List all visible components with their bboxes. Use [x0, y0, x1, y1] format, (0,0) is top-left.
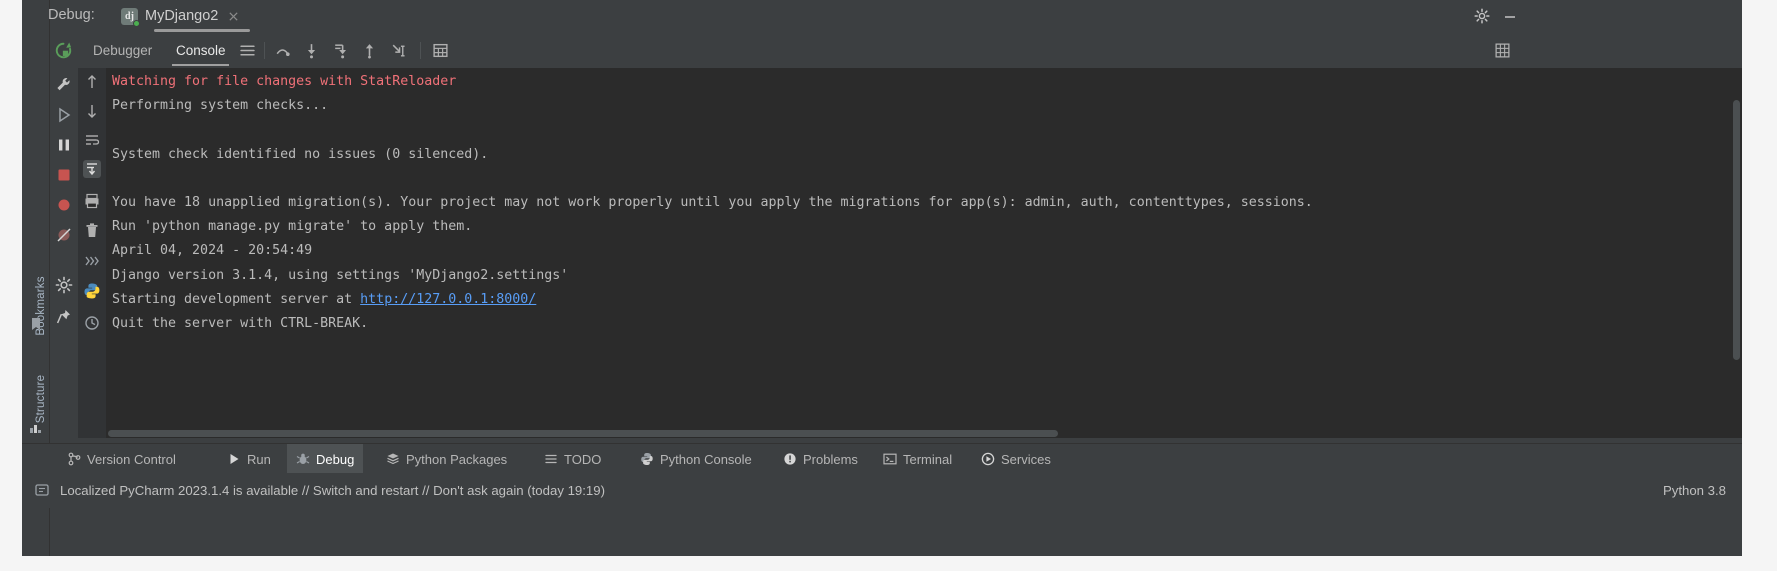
debug-icon	[296, 453, 310, 464]
force-step-into-icon[interactable]	[332, 42, 349, 59]
server-url-link[interactable]: http://127.0.0.1:8000/	[360, 292, 536, 307]
run-to-cursor-icon[interactable]	[390, 42, 407, 59]
debug-window-title: Debug:	[48, 7, 95, 23]
scroll-to-end-icon[interactable]	[83, 160, 101, 178]
evaluate-expression-icon[interactable]	[432, 42, 449, 59]
console-output[interactable]: Watching for file changes with StatReloa…	[106, 68, 1742, 438]
mute-breakpoints-icon[interactable]	[55, 226, 73, 244]
tab-console[interactable]: Console	[176, 43, 226, 58]
tool-tab-services-label: Services	[1001, 451, 1051, 467]
clear-all-icon[interactable]	[83, 222, 101, 240]
terminal-icon	[883, 453, 897, 465]
step-out-icon[interactable]	[361, 42, 378, 59]
tool-tab-version-control-label: Version Control	[87, 451, 176, 467]
menu-icon[interactable]	[239, 42, 256, 59]
tab-console-underline	[172, 64, 229, 66]
packages-icon	[387, 453, 399, 465]
soft-wrap-icon[interactable]	[83, 131, 101, 149]
console-vertical-scrollbar[interactable]	[1733, 100, 1740, 360]
status-bar-interpreter[interactable]: Python 3.8	[1663, 483, 1726, 498]
console-line: Watching for file changes with StatReloa…	[112, 74, 457, 89]
tool-tab-debug[interactable]: Debug	[287, 444, 364, 474]
debug-action-gutter	[50, 68, 78, 438]
minimize-icon[interactable]	[1502, 8, 1518, 24]
tool-tab-version-control[interactable]: Version Control	[58, 444, 185, 474]
console-line: Django version 3.1.4, using settings 'My…	[112, 267, 569, 283]
history-icon[interactable]	[83, 314, 101, 332]
run-icon	[230, 454, 239, 464]
console-horizontal-scrollbar[interactable]	[108, 430, 1058, 437]
stop-icon[interactable]	[55, 166, 73, 184]
debug-session-tab[interactable]: dj MyDjango2	[115, 2, 245, 30]
pause-icon[interactable]	[55, 136, 73, 154]
tool-tab-python-packages[interactable]: Python Packages	[377, 444, 516, 474]
console-line: Starting development server at http://12…	[112, 291, 537, 307]
console-line: April 04, 2024 - 20:54:49	[112, 243, 313, 259]
scroll-up-icon[interactable]	[83, 73, 101, 91]
wrench-icon[interactable]	[55, 76, 73, 94]
tool-tab-run[interactable]: Run	[218, 444, 280, 474]
tool-tab-terminal-label: Terminal	[903, 451, 953, 467]
pin-icon[interactable]	[55, 308, 73, 326]
tool-tab-services[interactable]: Services	[972, 444, 1060, 474]
console-line: Quit the server with CTRL-BREAK.	[112, 315, 369, 331]
step-into-icon[interactable]	[303, 42, 320, 59]
tool-tab-run-label: Run	[247, 451, 271, 467]
tool-tab-todo[interactable]: TODO	[535, 444, 610, 474]
django-icon: dj	[121, 7, 140, 27]
tool-tab-python-console[interactable]: Python Console	[631, 444, 761, 474]
services-icon	[981, 452, 995, 466]
step-over-icon[interactable]	[274, 42, 291, 59]
structure-icon	[30, 425, 41, 433]
rerun-icon[interactable]	[54, 41, 73, 60]
tool-tab-debug-label: Debug	[316, 451, 355, 467]
version-control-icon	[68, 452, 81, 466]
console-line: Performing system checks...	[112, 98, 329, 114]
python-console-icon	[641, 453, 653, 465]
page-margin-left	[0, 0, 22, 571]
notification-icon[interactable]	[34, 482, 50, 498]
soft-wrap-icon[interactable]	[1494, 42, 1511, 59]
bookmark-icon	[32, 318, 40, 330]
move-to-console-icon[interactable]	[83, 252, 101, 270]
close-icon[interactable]	[228, 11, 239, 22]
stripe-button-bookmarks[interactable]: Bookmarks	[35, 261, 47, 351]
todo-icon	[545, 454, 557, 464]
tool-tab-todo-label: TODO	[564, 451, 602, 467]
console-line: System check identified no issues (0 sil…	[112, 146, 489, 162]
tool-tab-problems[interactable]: Problems	[774, 444, 867, 474]
console-horizontal-scrollbar-track	[106, 428, 1742, 438]
settings-icon[interactable]	[55, 276, 73, 294]
scroll-down-icon[interactable]	[83, 102, 101, 120]
tool-tab-python-packages-label: Python Packages	[406, 451, 508, 467]
resume-icon[interactable]	[55, 106, 73, 124]
pycharm-window: Bookmarks Structure Debug: dj MyDjango2	[0, 0, 1777, 571]
problems-icon	[784, 453, 796, 465]
status-bar: Localized PyCharm 2023.1.4 is available …	[22, 473, 1742, 508]
console-action-gutter	[78, 68, 106, 438]
console-line: You have 18 unapplied migration(s). Your…	[112, 194, 1313, 210]
view-breakpoints-icon[interactable]	[55, 196, 73, 214]
debug-toolbar: Debugger Console	[50, 32, 1742, 68]
tool-tab-problems-label: Problems	[803, 451, 858, 467]
console-line: Run 'python manage.py migrate' to apply …	[112, 219, 473, 235]
tool-tab-terminal[interactable]: Terminal	[874, 444, 961, 474]
tool-window-tab-bar: Version Control Run Debug Python Package…	[22, 443, 1742, 474]
gear-icon[interactable]	[1474, 8, 1490, 24]
tab-debugger[interactable]: Debugger	[93, 43, 152, 58]
print-icon[interactable]	[83, 192, 101, 210]
debug-window-header: Debug: dj MyDjango2	[48, 0, 1742, 32]
console-text: Watching for file changes with StatReloa…	[112, 70, 1742, 336]
tool-tab-python-console-label: Python Console	[660, 451, 752, 467]
page-margin-right	[1742, 0, 1777, 571]
toolbar-separator-2	[420, 42, 421, 59]
debug-session-tab-label: MyDjango2	[145, 8, 219, 24]
status-bar-message[interactable]: Localized PyCharm 2023.1.4 is available …	[60, 483, 605, 498]
toolbar-separator	[264, 42, 265, 59]
python-console-icon[interactable]	[83, 282, 101, 300]
page-margin-bottom	[0, 556, 1777, 571]
